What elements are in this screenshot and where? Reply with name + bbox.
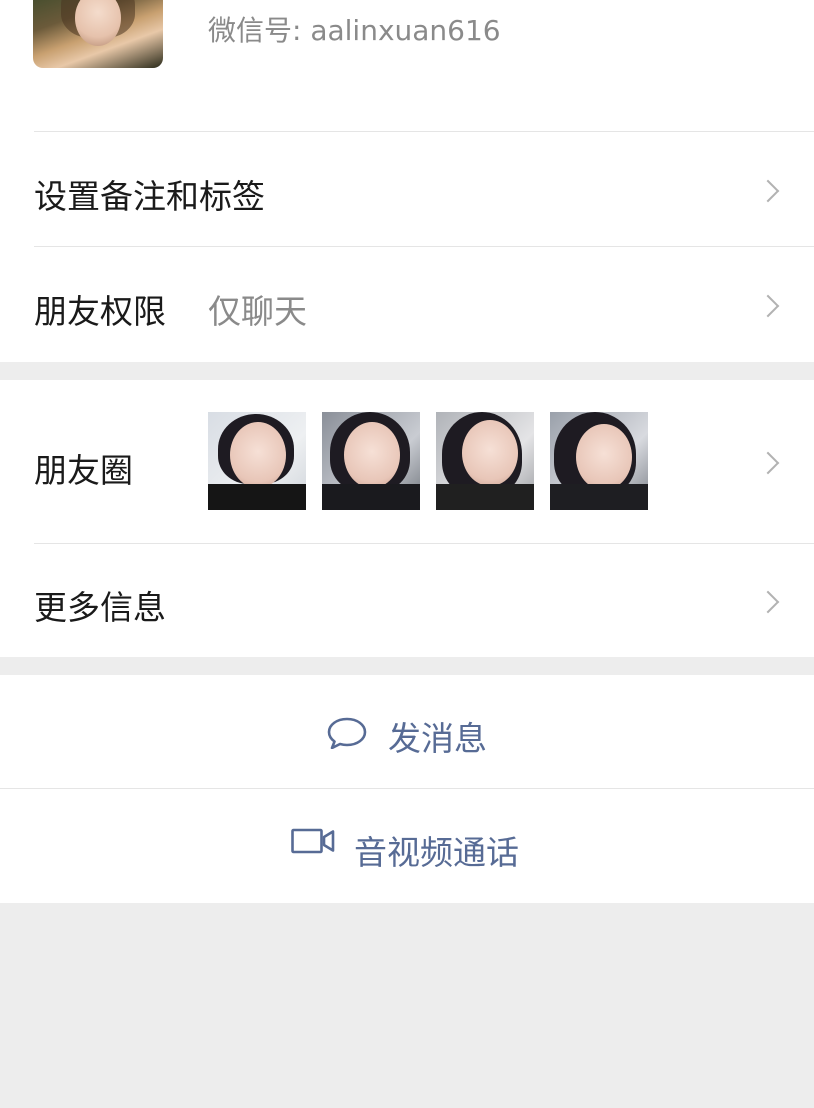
moments-photo <box>436 412 534 510</box>
friend-permission-label: 朋友权限 <box>34 292 166 331</box>
chevron-right-icon <box>756 179 780 203</box>
moments-row[interactable]: 朋友圈 <box>0 380 814 543</box>
more-info-label: 更多信息 <box>34 588 166 627</box>
moments-label: 朋友圈 <box>34 451 133 490</box>
moments-photo <box>550 412 648 510</box>
chevron-right-icon <box>756 590 780 614</box>
video-camera-icon <box>291 828 335 854</box>
friend-permission-value: 仅聊天 <box>208 292 307 331</box>
moments-photo <box>208 412 306 510</box>
moments-photo <box>322 412 420 510</box>
chat-bubble-icon <box>327 717 367 749</box>
chevron-right-icon <box>756 294 780 318</box>
send-message-label: 发消息 <box>388 719 487 758</box>
chevron-right-icon <box>756 451 780 475</box>
send-message-button[interactable]: 发消息 <box>0 675 814 789</box>
contact-profile-page: 微信号: aalinxuan616 设置备注和标签 朋友权限 仅聊天 朋友圈 更… <box>0 0 814 1108</box>
moments-section: 朋友圈 更多信息 <box>0 380 814 657</box>
more-info-row[interactable]: 更多信息 <box>0 544 814 657</box>
wechat-id: 微信号: aalinxuan616 <box>208 14 501 47</box>
friend-permission-row[interactable]: 朋友权限 仅聊天 <box>0 247 814 361</box>
video-call-label: 音视频通话 <box>354 833 519 872</box>
avatar[interactable] <box>33 0 163 68</box>
remark-tags-label: 设置备注和标签 <box>34 177 265 216</box>
profile-header: 微信号: aalinxuan616 <box>0 0 814 132</box>
video-call-button[interactable]: 音视频通话 <box>0 789 814 903</box>
remark-tags-row[interactable]: 设置备注和标签 <box>0 132 814 246</box>
settings-section: 设置备注和标签 朋友权限 仅聊天 <box>0 132 814 362</box>
avatar-face <box>75 0 121 46</box>
